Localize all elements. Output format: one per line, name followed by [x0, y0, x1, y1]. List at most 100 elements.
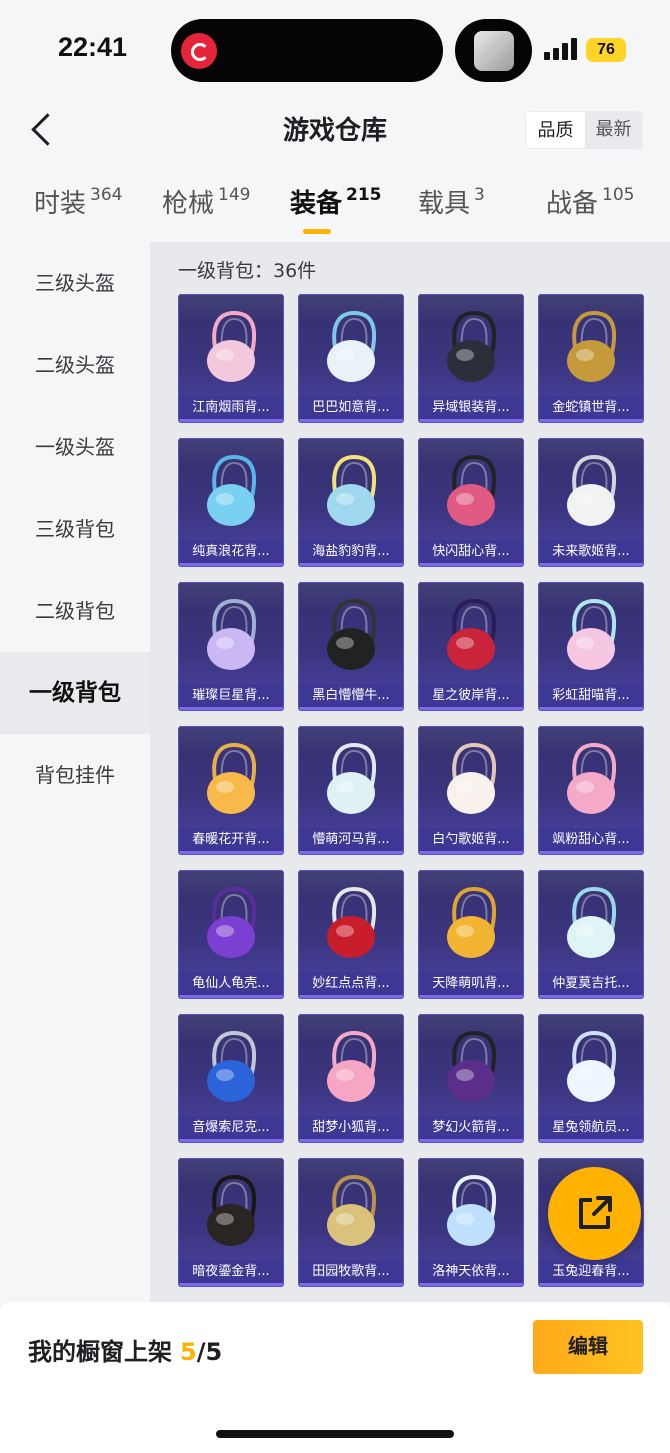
item-card[interactable]: 仲夏莫吉托... [538, 870, 644, 999]
card-accent [299, 995, 403, 998]
edit-button[interactable]: 编辑 [533, 1320, 643, 1374]
category-tabs: 时装 364 枪械 149 装备 215 载具 3 战备 105 [0, 175, 670, 235]
tab-fashion[interactable]: 时装 364 [34, 183, 122, 220]
backpack-icon [447, 1030, 497, 1102]
card-accent [539, 419, 643, 422]
item-card[interactable]: 纯真浪花背... [178, 438, 284, 567]
backpack-icon [207, 454, 257, 526]
card-accent [299, 851, 403, 854]
share-button[interactable] [548, 1167, 641, 1260]
showcase-total: /5 [196, 1338, 223, 1366]
item-card[interactable]: 黑白懵懵牛... [298, 582, 404, 711]
item-name: 巴巴如意背... [312, 400, 390, 415]
item-card[interactable]: 海盐豹豹背... [298, 438, 404, 567]
card-accent [299, 1283, 403, 1286]
active-tab-indicator [303, 229, 331, 234]
item-card[interactable]: 金蛇镇世背... [538, 294, 644, 423]
sidebar-item-backpack-charm[interactable]: 背包挂件 [0, 734, 150, 816]
sidebar-item-helmet-lv1[interactable]: 一级头盔 [0, 406, 150, 488]
item-card[interactable]: 田园牧歌背... [298, 1158, 404, 1287]
backpack-icon [567, 598, 617, 670]
tab-count: 215 [346, 185, 382, 205]
card-accent [419, 707, 523, 710]
item-name: 暗夜鎏金背... [192, 1264, 270, 1279]
item-card[interactable]: 星兔领航员... [538, 1014, 644, 1143]
backpack-icon [447, 1174, 497, 1246]
card-accent [419, 419, 523, 422]
item-card[interactable]: 龟仙人龟壳... [178, 870, 284, 999]
backpack-icon [447, 742, 497, 814]
item-card[interactable]: 懵萌河马背... [298, 726, 404, 855]
item-card[interactable]: 星之彼岸背... [418, 582, 524, 711]
sidebar-item-backpack-lv1[interactable]: 一级背包 [0, 652, 150, 734]
item-card[interactable]: 快闪甜心背... [418, 438, 524, 567]
card-accent [419, 995, 523, 998]
item-name: 星兔领航员... [552, 1120, 630, 1135]
item-name: 玉兔迎春背... [552, 1264, 630, 1279]
item-card[interactable]: 飒粉甜心背... [538, 726, 644, 855]
backpack-icon [567, 310, 617, 382]
item-card[interactable]: 璀璨巨星背... [178, 582, 284, 711]
backpack-icon [327, 1174, 377, 1246]
share-icon [579, 1196, 612, 1229]
tab-count: 3 [474, 185, 485, 205]
item-card[interactable]: 彩虹甜喵背... [538, 582, 644, 711]
sidebar-item-backpack-lv2[interactable]: 二级背包 [0, 570, 150, 652]
tab-equipment[interactable]: 装备 215 [290, 183, 382, 220]
backpack-icon [327, 886, 377, 958]
item-name: 天降萌叽背... [432, 976, 510, 991]
dynamic-island [171, 19, 443, 82]
tab-label: 战备 [546, 189, 599, 219]
sort-quality-button[interactable]: 品质 [526, 112, 585, 148]
item-card[interactable]: 洛神天依背... [418, 1158, 524, 1287]
now-playing-thumbnail [455, 19, 532, 82]
backpack-icon [207, 742, 257, 814]
item-name: 异域银装背... [432, 400, 510, 415]
sidebar-item-backpack-lv3[interactable]: 三级背包 [0, 488, 150, 570]
showcase-label: 我的橱窗上架 [28, 1338, 172, 1366]
item-grid-panel: 一级背包：36件 江南烟雨背... 巴巴如意背... 异域银装背... 金蛇镇世背..… [150, 242, 670, 1302]
item-card[interactable]: 巴巴如意背... [298, 294, 404, 423]
item-card[interactable]: 白勺歌姬背... [418, 726, 524, 855]
item-card[interactable]: 暗夜鎏金背... [178, 1158, 284, 1287]
backpack-icon [567, 454, 617, 526]
item-card[interactable]: 甜梦小狐背... [298, 1014, 404, 1143]
tab-supplies[interactable]: 战备 105 [546, 183, 634, 220]
item-card[interactable]: 春暖花开背... [178, 726, 284, 855]
item-name: 妙红点点背... [312, 976, 390, 991]
item-card[interactable]: 音爆索尼克... [178, 1014, 284, 1143]
battery-icon: 76 [586, 38, 626, 62]
sidebar-item-helmet-lv2[interactable]: 二级头盔 [0, 324, 150, 406]
item-card[interactable]: 异域银装背... [418, 294, 524, 423]
bottom-bar: 我的橱窗上架 5/5 编辑 [0, 1302, 670, 1453]
item-card[interactable]: 梦幻火箭背... [418, 1014, 524, 1143]
item-name: 未来歌姬背... [552, 544, 630, 559]
sidebar-item-helmet-lv3[interactable]: 三级头盔 [0, 242, 150, 324]
tab-vehicles[interactable]: 载具 3 [418, 183, 485, 220]
item-name: 纯真浪花背... [192, 544, 270, 559]
tab-count: 149 [218, 185, 251, 205]
tab-label: 载具 [418, 189, 471, 219]
backpack-icon [327, 310, 377, 382]
item-card[interactable]: 天降萌叽背... [418, 870, 524, 999]
item-name: 快闪甜心背... [432, 544, 510, 559]
item-card[interactable]: 妙红点点背... [298, 870, 404, 999]
item-name: 田园牧歌背... [312, 1264, 390, 1279]
tab-firearms[interactable]: 枪械 149 [162, 183, 250, 220]
card-accent [179, 707, 283, 710]
sort-toggle: 品质 最新 [525, 111, 643, 149]
item-card[interactable]: 江南烟雨背... [178, 294, 284, 423]
item-card[interactable]: 未来歌姬背... [538, 438, 644, 567]
card-accent [179, 563, 283, 566]
album-art-icon [474, 31, 514, 71]
card-accent [539, 995, 643, 998]
card-accent [299, 563, 403, 566]
card-accent [179, 1283, 283, 1286]
backpack-icon [447, 454, 497, 526]
backpack-icon [327, 454, 377, 526]
item-name: 黑白懵懵牛... [312, 688, 390, 703]
item-name: 洛神天依背... [432, 1264, 510, 1279]
item-name: 梦幻火箭背... [432, 1120, 510, 1135]
sort-newest-button[interactable]: 最新 [584, 111, 643, 149]
item-name: 甜梦小狐背... [312, 1120, 390, 1135]
